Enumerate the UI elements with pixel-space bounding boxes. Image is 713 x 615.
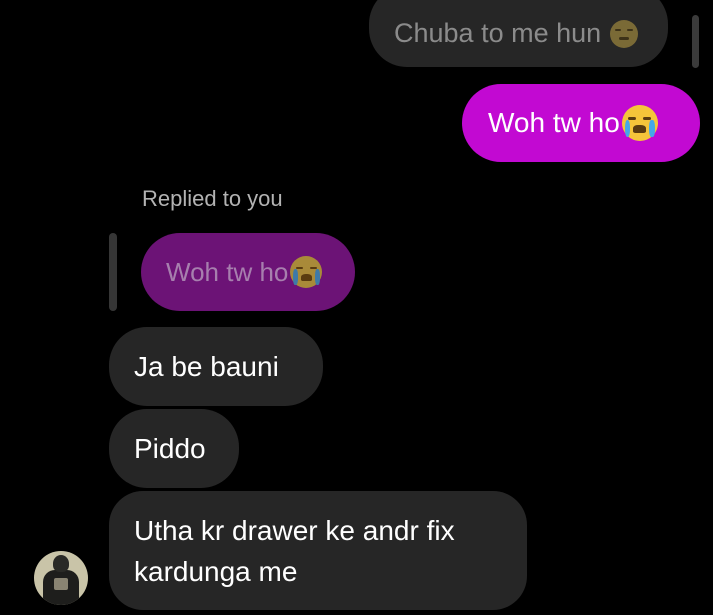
loudly-crying-face-icon bbox=[621, 105, 658, 141]
received-message-bubble[interactable]: Piddo bbox=[109, 409, 239, 488]
replied-to-you-label: Replied to you bbox=[142, 186, 283, 211]
avatar-figure-head bbox=[53, 555, 69, 572]
loudly-crying-face-icon bbox=[290, 256, 323, 288]
sent-message-bubble[interactable]: Woh tw ho bbox=[462, 84, 700, 162]
quote-indicator-bar bbox=[692, 15, 699, 68]
received-message-bubble[interactable]: Ja be bauni bbox=[109, 327, 323, 406]
sent-message-text: Woh tw ho bbox=[488, 107, 620, 138]
pensive-face-icon bbox=[610, 19, 639, 48]
received-message-bubble[interactable]: Utha kr drawer ke andr fix kardunga me bbox=[109, 491, 527, 610]
quoted-reply-bubble[interactable]: Woh tw ho bbox=[141, 233, 355, 311]
quoted-message-top[interactable]: Chuba to me hun bbox=[369, 0, 668, 67]
avatar-shirt-print bbox=[54, 578, 68, 590]
quoted-message-top-text: Chuba to me hun bbox=[394, 18, 602, 48]
received-message-text: Ja be bauni bbox=[134, 350, 279, 382]
contact-avatar[interactable] bbox=[34, 551, 88, 605]
received-message-text: Piddo bbox=[134, 432, 206, 464]
reply-quote-indicator-bar bbox=[109, 233, 117, 311]
received-message-text: Utha kr drawer ke andr fix kardunga me bbox=[134, 514, 455, 587]
quoted-reply-text: Woh tw ho bbox=[166, 256, 289, 287]
